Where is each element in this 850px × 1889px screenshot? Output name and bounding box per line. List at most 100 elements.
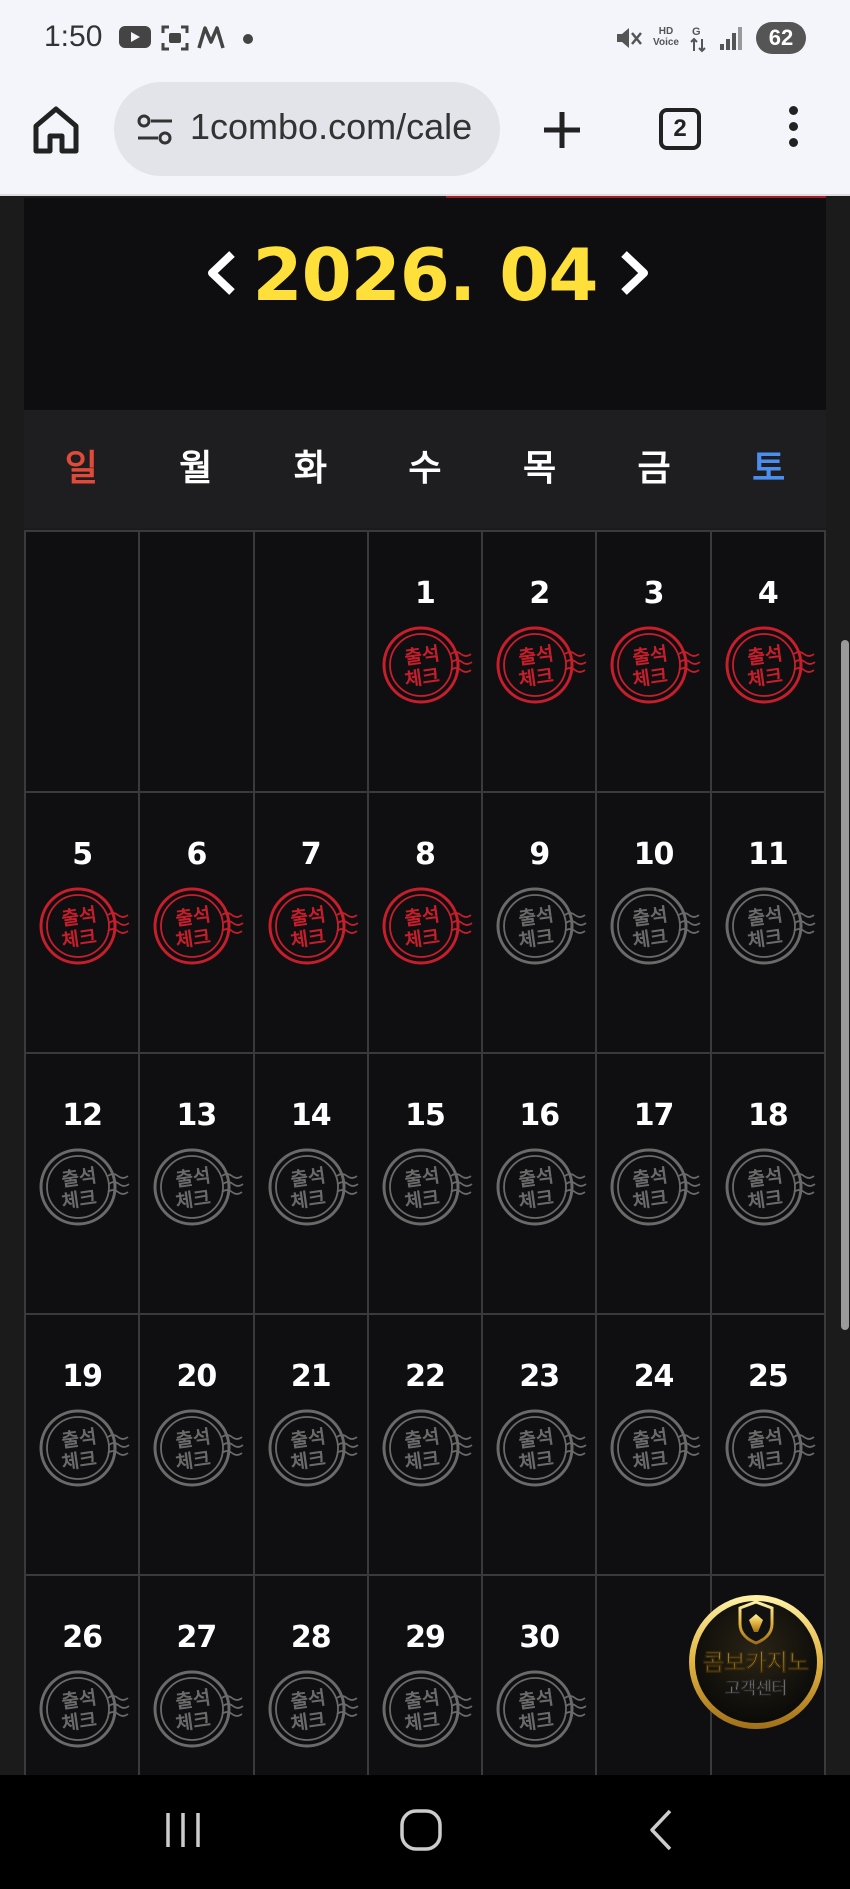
attendance-stamp-empty-icon: 출석체크 xyxy=(725,1148,816,1226)
day-number: 11 xyxy=(747,837,789,872)
attendance-stamp-empty-icon: 출석체크 xyxy=(268,1148,359,1226)
svg-text:체크: 체크 xyxy=(746,665,784,692)
calendar-day-cell[interactable]: 2 출석 체크 xyxy=(483,532,598,793)
svg-text:체크: 체크 xyxy=(289,1187,327,1214)
recent-apps-icon[interactable] xyxy=(162,1807,204,1853)
calendar-day-cell[interactable]: 18 출석 체크 xyxy=(711,1054,826,1315)
day-number: 7 xyxy=(300,837,322,872)
badge-subtitle: 고객센터 xyxy=(725,1679,788,1699)
attendance-stamp-empty-icon: 출석체크 xyxy=(725,887,816,965)
page-scrollbar[interactable] xyxy=(841,640,849,1330)
address-bar[interactable]: 1combo.com/cale xyxy=(114,82,500,176)
day-number: 12 xyxy=(62,1098,103,1133)
svg-text:체크: 체크 xyxy=(60,1448,98,1475)
calendar-day-cell[interactable]: 17 출석 체크 xyxy=(597,1054,712,1315)
attendance-stamp-empty-icon: 출석체크 xyxy=(496,1409,587,1487)
badge-title: 콤보카지노 xyxy=(703,1650,809,1676)
calendar-header: 2026. 04 xyxy=(24,198,826,410)
attendance-stamp-empty-icon: 출석체크 xyxy=(153,1409,244,1487)
calendar-day-cell[interactable]: 14 출석 체크 xyxy=(254,1054,369,1315)
svg-text:체크: 체크 xyxy=(289,1448,327,1475)
attendance-stamp-empty-icon: 출석체크 xyxy=(382,1148,473,1226)
svg-text:체크: 체크 xyxy=(403,926,441,953)
calendar-day-cell[interactable]: 25 출석 체크 xyxy=(711,1315,826,1576)
weekday-sat: 토 xyxy=(752,448,786,489)
calendar-day-cell[interactable]: 7 출석 체크 xyxy=(254,793,369,1054)
system-nav-bar xyxy=(0,1775,850,1889)
attendance-stamp-checked-icon: 출석체크 xyxy=(39,887,130,965)
calendar-day-cell[interactable]: 12 출석 체크 xyxy=(26,1054,141,1315)
calendar-day-cell[interactable]: 8 출석 체크 xyxy=(368,793,484,1054)
svg-text:체크: 체크 xyxy=(289,926,327,953)
calendar-day-cell[interactable]: 9 출석 체크 xyxy=(483,793,598,1054)
day-number: 23 xyxy=(519,1359,560,1394)
calendar-day-cell[interactable]: 4 출석 체크 xyxy=(711,532,826,793)
attendance-stamp-empty-icon: 출석체크 xyxy=(496,887,587,965)
home-icon[interactable] xyxy=(30,104,82,156)
day-number: 10 xyxy=(633,837,675,872)
day-number: 13 xyxy=(176,1098,218,1133)
calendar-day-cell[interactable]: 1 출석 체크 xyxy=(368,532,484,793)
calendar-day-cell[interactable]: 6 출석 체크 xyxy=(140,793,255,1054)
svg-text:체크: 체크 xyxy=(60,1187,98,1214)
svg-text:체크: 체크 xyxy=(175,1709,213,1736)
calendar-day-cell[interactable]: 11 출석 체크 xyxy=(711,793,826,1054)
weekday-tue: 화 xyxy=(293,448,327,489)
attendance-stamp-empty-icon: 출석체크 xyxy=(610,887,701,965)
day-number: 26 xyxy=(62,1620,103,1655)
svg-text:체크: 체크 xyxy=(746,926,784,953)
svg-text:체크: 체크 xyxy=(517,1709,555,1736)
svg-text:체크: 체크 xyxy=(746,1187,784,1214)
youtube-icon xyxy=(119,26,151,48)
day-number: 16 xyxy=(519,1098,560,1133)
calendar-day-cell[interactable]: 3 출석 체크 xyxy=(597,532,712,793)
svg-text:체크: 체크 xyxy=(175,1448,213,1475)
weekday-mon: 월 xyxy=(179,448,213,489)
day-number: 17 xyxy=(633,1098,675,1133)
weekday-thu: 목 xyxy=(522,448,557,489)
day-number: 18 xyxy=(747,1098,789,1133)
attendance-stamp-empty-icon: 출석체크 xyxy=(382,1409,473,1487)
attendance-stamp-checked-icon: 출석체크 xyxy=(268,887,359,965)
calendar-day-cell[interactable]: 13 출석 체크 xyxy=(140,1054,255,1315)
calendar-day-cell[interactable]: 5 출석 체크 xyxy=(26,793,141,1054)
attendance-stamp-empty-icon: 출석체크 xyxy=(382,1670,473,1748)
calendar-day-cell[interactable]: 23 출석 체크 xyxy=(483,1315,598,1576)
url-text: 1combo.com/cale xyxy=(190,106,473,147)
svg-text:체크: 체크 xyxy=(175,1187,213,1214)
calendar-day-cell[interactable]: 20 출석 체크 xyxy=(140,1315,255,1576)
calendar-day-cell[interactable]: 16 출석 체크 xyxy=(483,1054,598,1315)
calendar-day-cell[interactable]: 19 출석 체크 xyxy=(26,1315,141,1576)
calendar-day-cell[interactable]: 10 출석 체크 xyxy=(597,793,712,1054)
calendar-empty-cell xyxy=(254,532,369,793)
home-nav-icon[interactable] xyxy=(398,1807,444,1853)
attendance-stamp-empty-icon: 출석체크 xyxy=(268,1670,359,1748)
tab-switcher-button[interactable]: 2 xyxy=(659,108,701,150)
attendance-stamp-checked-icon: 출석체크 xyxy=(610,626,701,704)
calendar-day-cell[interactable]: 22 출석 체크 xyxy=(368,1315,484,1576)
day-number: 27 xyxy=(176,1620,218,1655)
weekday-fri: 금 xyxy=(637,448,671,489)
attendance-stamp-empty-icon: 출석체크 xyxy=(268,1409,359,1487)
svg-text:체크: 체크 xyxy=(403,1187,441,1214)
customer-center-badge[interactable]: 콤보카지노 고객센터 xyxy=(686,1592,826,1732)
calendar-empty-cell xyxy=(26,532,141,793)
calendar-day-cell[interactable]: 24 출석 체크 xyxy=(597,1315,712,1576)
svg-text:체크: 체크 xyxy=(403,665,441,692)
day-number: 3 xyxy=(643,576,665,611)
attendance-stamp-empty-icon: 출석체크 xyxy=(39,1409,130,1487)
day-number: 24 xyxy=(633,1359,675,1394)
more-menu-icon[interactable] xyxy=(782,106,804,156)
back-icon[interactable] xyxy=(644,1807,678,1853)
weekday-wed: 수 xyxy=(408,448,442,489)
svg-text:체크: 체크 xyxy=(289,1709,327,1736)
next-month-icon[interactable] xyxy=(614,248,654,298)
calendar-day-cell[interactable]: 15 출석 체크 xyxy=(368,1054,484,1315)
dot-icon xyxy=(243,34,253,44)
day-number: 9 xyxy=(529,837,550,872)
new-tab-icon[interactable] xyxy=(540,108,584,152)
site-settings-icon[interactable] xyxy=(136,114,176,146)
svg-text:체크: 체크 xyxy=(517,1187,555,1214)
attendance-stamp-checked-icon: 출석체크 xyxy=(382,887,473,965)
calendar-day-cell[interactable]: 21 출석 체크 xyxy=(254,1315,369,1576)
